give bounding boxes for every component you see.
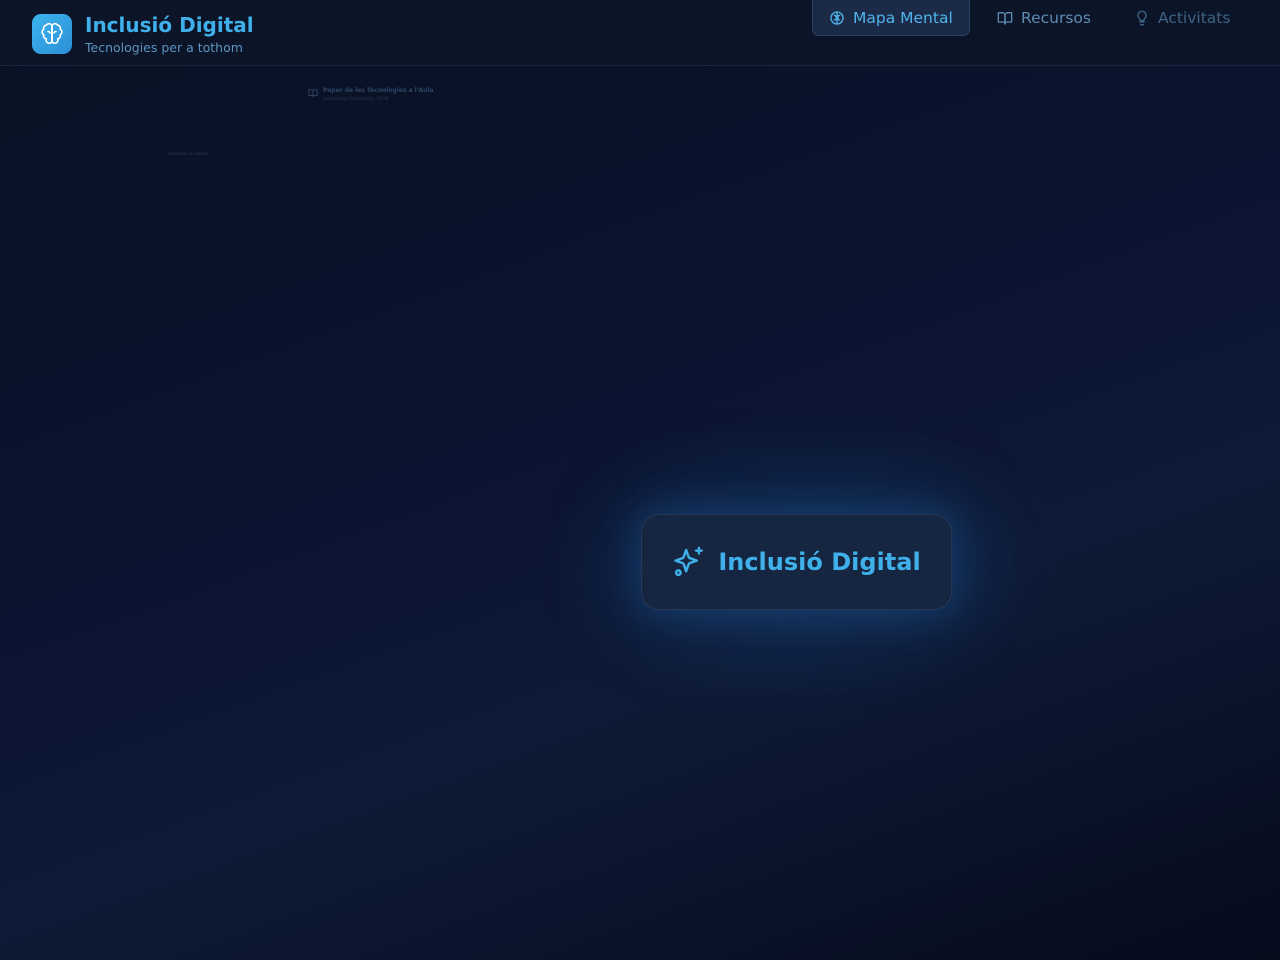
brain-icon: [41, 22, 63, 44]
arrow-icon: ›: [165, 151, 167, 156]
lightbulb-icon: [1137, 10, 1147, 26]
central-node-label: Inclusió Digital: [718, 548, 921, 576]
mind-map-node[interactable]: Paper de les Tecnologies a l'Aula Inmpaz…: [308, 86, 448, 112]
nav-tab-mapa-mental[interactable]: Mapa Mental: [812, 0, 970, 36]
nav-tab-label: Mapa Mental: [853, 8, 953, 27]
app-header: Inclusió Digital Tecnologies per a totho…: [0, 0, 1280, 66]
mind-map-node-subtitle: Inmpazéus Foundation, 2018: [323, 97, 389, 102]
book-open-icon: [997, 12, 1013, 25]
nav-tab-activitats[interactable]: Activitats: [1134, 0, 1230, 36]
sparkles-icon: [674, 546, 704, 577]
mind-map-central-node[interactable]: Inclusió Digital: [641, 514, 952, 610]
brain-icon: [830, 10, 844, 25]
nav-tab-label: Activitats: [1158, 9, 1231, 27]
page: Inclusió Digital Tecnologies per a totho…: [0, 0, 1280, 960]
mind-map-node-title: Paper de les Tecnologies a l'Aula: [323, 87, 434, 94]
app-subtitle: Tecnologies per a tothom: [85, 40, 243, 55]
nav-tab-recursos[interactable]: Recursos: [997, 0, 1091, 36]
app-title: Inclusió Digital: [85, 13, 254, 37]
book-open-icon: [308, 89, 318, 97]
mind-map-node[interactable]: › Fomentar la inclusió: [165, 151, 208, 156]
mind-map-node-title: Fomentar la inclusió: [167, 151, 209, 156]
nav-tab-label: Recursos: [1021, 9, 1091, 27]
app-logo[interactable]: [32, 14, 72, 54]
